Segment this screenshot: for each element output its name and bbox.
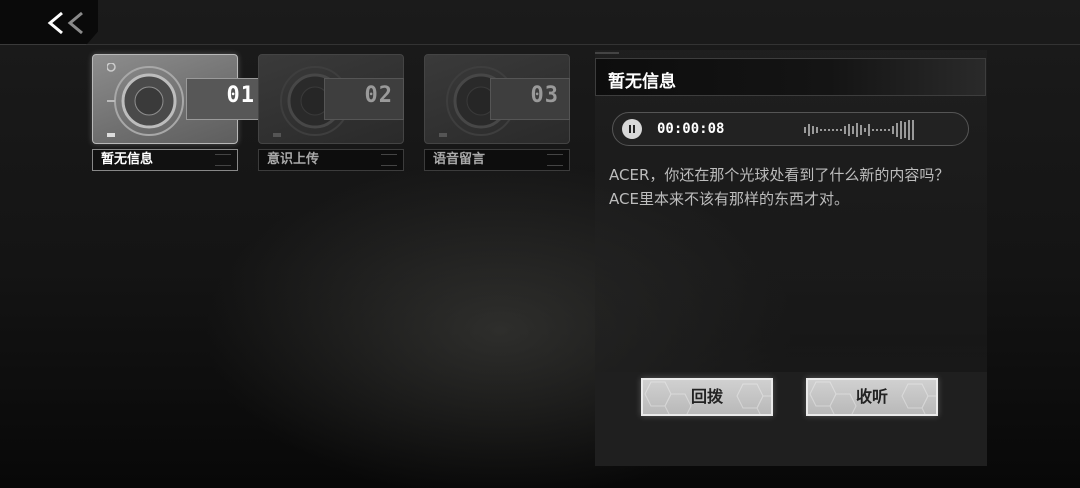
card-number-plate: 02 <box>324 78 404 120</box>
listen-button[interactable]: 收听 <box>806 378 938 416</box>
message-card-02[interactable]: 02 <box>258 54 404 144</box>
pause-icon[interactable] <box>622 119 642 139</box>
waveform-icon <box>804 120 914 140</box>
audio-time: 00:00:08 <box>657 121 725 137</box>
message-text: ACER，你还在那个光球处看到了什么新的内容吗？ACE里本来不该有那样的东西才对… <box>609 166 950 208</box>
card-number-plate: 03 <box>490 78 570 120</box>
top-divider <box>0 44 1080 45</box>
card-number-plate: 01 <box>186 78 266 120</box>
label-deco <box>381 154 397 166</box>
card-number: 01 <box>226 83 255 108</box>
label-deco <box>215 154 231 166</box>
label-deco <box>547 154 563 166</box>
listen-label: 收听 <box>855 387 888 406</box>
callback-label: 回拨 <box>690 387 723 406</box>
audio-player[interactable]: 00:00:08 <box>612 112 969 146</box>
message-card-03[interactable]: 03 <box>424 54 570 144</box>
card-number: 02 <box>364 83 393 108</box>
back-button[interactable] <box>0 0 98 45</box>
message-card-01[interactable]: 01 <box>92 54 266 144</box>
callback-button[interactable]: 回拨 <box>641 378 773 416</box>
card-label-03[interactable]: 语音留言 <box>424 149 570 171</box>
card-label-02[interactable]: 意识上传 <box>258 149 404 171</box>
card-number: 03 <box>530 83 559 108</box>
detail-title: 暂无信息 <box>608 72 676 92</box>
double-chevron-left-icon <box>47 11 83 35</box>
card-label-text: 语音留言 <box>433 152 486 167</box>
title-deco <box>595 52 619 54</box>
card-label-text: 意识上传 <box>267 152 320 167</box>
detail-title-bar: 暂无信息 <box>595 58 986 96</box>
card-label-text: 暂无信息 <box>101 152 154 167</box>
card-label-01[interactable]: 暂无信息 <box>92 149 238 171</box>
